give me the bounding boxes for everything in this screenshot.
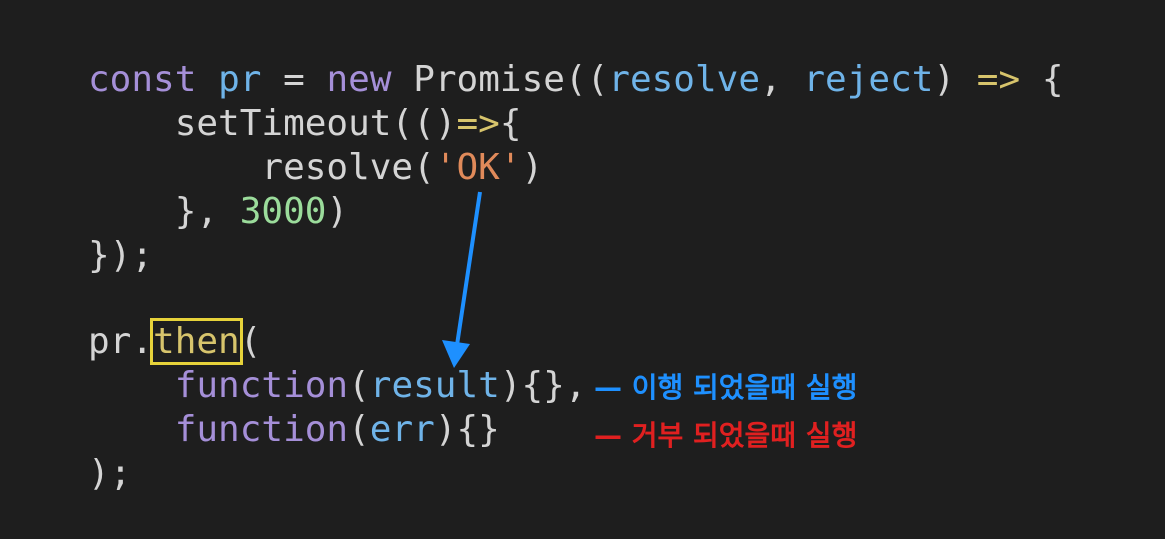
arrow-overlay <box>442 191 482 368</box>
arrow-shaft <box>455 191 482 346</box>
code-slide: const pr = new Promise((resolve, reject)… <box>0 0 1165 539</box>
arrow-head-icon <box>442 340 470 368</box>
